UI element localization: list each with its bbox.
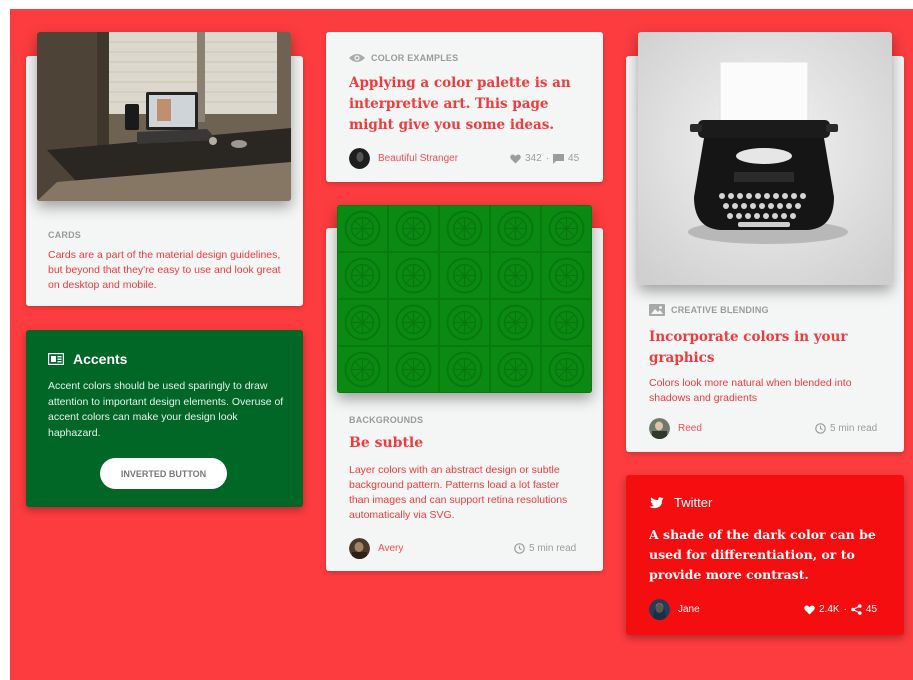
color-examples-author[interactable]: Beautiful Stranger [349, 148, 458, 169]
author-name: Beautiful Stranger [378, 153, 459, 164]
twitter-stats: 2.4K · 45 [804, 604, 877, 615]
twitter-quote: A shade of the dark color can be used fo… [649, 527, 876, 582]
cards-overline: CARDS [48, 230, 82, 240]
twitter-label: Twitter [674, 495, 713, 510]
creative-author[interactable]: Reed [649, 418, 702, 439]
backgrounds-read-time: 5 min read [514, 543, 576, 554]
color-examples-headline[interactable]: Applying a color palette is an interpret… [349, 73, 585, 136]
accents-title-row: Accents [48, 351, 127, 367]
clock-icon [815, 423, 826, 434]
eye-icon [349, 54, 365, 62]
avatar [649, 418, 670, 439]
newspaper-icon [48, 353, 64, 365]
comment-icon [553, 153, 565, 164]
color-examples-card[interactable]: COLOR EXAMPLES Applying a color palette … [326, 32, 603, 182]
twitter-icon [649, 496, 664, 508]
avatar [349, 148, 370, 169]
desk-photo [37, 32, 291, 201]
twitter-label-row[interactable]: Twitter [649, 495, 712, 510]
twitter-card[interactable]: Twitter A shade of the dark color can be… [626, 475, 904, 635]
twitter-author[interactable]: Jane [649, 599, 700, 620]
pattern-image [337, 205, 592, 393]
desk-laptop-image [37, 32, 291, 201]
stats-separator: · [545, 153, 550, 164]
clock-icon [514, 543, 525, 554]
avatar [349, 538, 370, 559]
accents-card[interactable]: Accents Accent colors should be used spa… [26, 330, 303, 507]
green-pattern [337, 205, 592, 393]
author-name: Reed [678, 423, 702, 434]
author-name: Jane [678, 604, 700, 615]
comments-count: 45 [568, 153, 580, 164]
typewriter-photo [638, 32, 892, 285]
share-icon [851, 604, 862, 615]
backgrounds-headline[interactable]: Be subtle [349, 435, 423, 451]
backgrounds-author[interactable]: Avery [349, 538, 403, 559]
author-name: Avery [378, 543, 404, 554]
image-icon [649, 304, 665, 316]
color-examples-overline: COLOR EXAMPLES [371, 53, 459, 63]
creative-read-time: 5 min read [815, 423, 877, 434]
likes-count: 342 [525, 153, 542, 164]
backgrounds-overline: BACKGROUNDS [349, 415, 424, 425]
creative-overline-row: CREATIVE BLENDING [649, 304, 769, 316]
color-examples-overline-row: COLOR EXAMPLES [349, 53, 458, 63]
shares-count: 45 [865, 604, 878, 615]
creative-overline: CREATIVE BLENDING [671, 305, 769, 315]
cards-body: Cards are a part of the material design … [48, 249, 281, 291]
accents-title: Accents [73, 351, 128, 367]
stats-separator: · [843, 604, 847, 615]
creative-headline[interactable]: Incorporate colors in your graphics [649, 327, 879, 369]
heart-icon [804, 605, 815, 614]
avatar [649, 599, 670, 620]
accents-body: Accent colors should be used sparingly t… [48, 380, 284, 439]
heart-icon [510, 154, 521, 163]
color-examples-stats: 342 · 45 [510, 153, 579, 164]
typewriter-image [638, 32, 892, 285]
likes-count: 2.4K [819, 604, 840, 615]
backgrounds-body: Layer colors with an abstract design or … [349, 464, 568, 521]
page-canvas: CARDS Cards are a part of the material d… [10, 9, 913, 680]
creative-body: Colors look more natural when blended in… [649, 377, 852, 404]
inverted-button[interactable]: INVERTED BUTTON [100, 458, 227, 489]
read-time: 5 min read [830, 423, 878, 434]
read-time: 5 min read [529, 543, 577, 554]
